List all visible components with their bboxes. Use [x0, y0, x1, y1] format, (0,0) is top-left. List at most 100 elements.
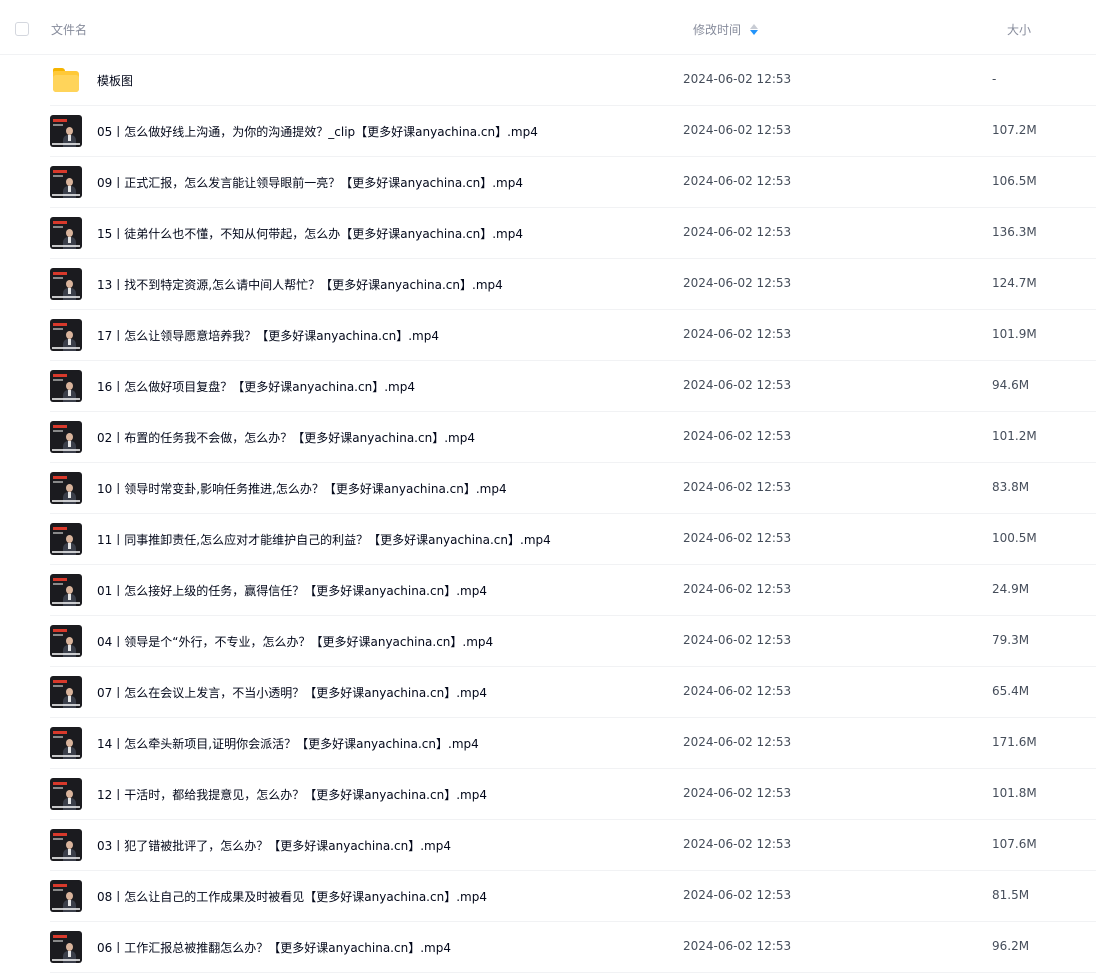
- file-size: 107.2M: [992, 123, 1037, 137]
- file-name[interactable]: 17丨怎么让领导愿意培养我？【更多好课anyachina.cn】.mp4: [97, 327, 439, 344]
- video-thumbnail-icon[interactable]: [50, 115, 82, 147]
- column-header-modified-time-label: 修改时间: [693, 23, 742, 37]
- sort-down-arrow-icon: [750, 29, 759, 35]
- file-name[interactable]: 11丨同事推卸责任,怎么应对才能维护自己的利益？【更多好课anyachina.c…: [97, 531, 551, 548]
- video-thumbnail-icon[interactable]: [50, 523, 82, 555]
- file-row[interactable]: 13丨找不到特定资源,怎么请中间人帮忙？【更多好课anyachina.cn】.m…: [0, 259, 1096, 310]
- file-row[interactable]: 10丨领导时常变卦,影响任务推进,怎么办？【更多好课anyachina.cn】.…: [0, 463, 1096, 514]
- file-row[interactable]: 02丨布置的任务我不会做，怎么办？【更多好课anyachina.cn】.mp4 2…: [0, 412, 1096, 463]
- modified-time: 2024-06-02 12:53: [683, 123, 792, 137]
- file-size: 79.3M: [992, 633, 1030, 647]
- file-row[interactable]: 07丨怎么在会议上发言，不当小透明？【更多好课anyachina.cn】.mp4…: [0, 667, 1096, 718]
- video-thumbnail-icon[interactable]: [50, 574, 82, 606]
- file-name[interactable]: 09丨正式汇报，怎么发言能让领导眼前一亮？【更多好课anyachina.cn】.…: [97, 174, 523, 191]
- file-size: 94.6M: [992, 378, 1030, 392]
- file-row[interactable]: 17丨怎么让领导愿意培养我？【更多好课anyachina.cn】.mp4 2024…: [0, 310, 1096, 361]
- file-size: 124.7M: [992, 276, 1037, 290]
- video-thumbnail-icon[interactable]: [50, 931, 82, 963]
- file-name[interactable]: 07丨怎么在会议上发言，不当小透明？【更多好课anyachina.cn】.mp4: [97, 684, 487, 701]
- modified-time: 2024-06-02 12:53: [683, 837, 792, 851]
- folder-row[interactable]: 模板图 2024-06-02 12:53 -: [0, 55, 1096, 106]
- modified-time: 2024-06-02 12:53: [683, 174, 792, 188]
- file-name[interactable]: 01丨怎么接好上级的任务，赢得信任？【更多好课anyachina.cn】.mp4: [97, 582, 487, 599]
- file-row[interactable]: 08丨怎么让自己的工作成果及时被看见【更多好课anyachina.cn】.mp4…: [0, 871, 1096, 922]
- file-row[interactable]: 11丨同事推卸责任,怎么应对才能维护自己的利益？【更多好课anyachina.c…: [0, 514, 1096, 565]
- file-row[interactable]: 05丨怎么做好线上沟通，为你的沟通提效？_clip【更多好课anyachina.…: [0, 106, 1096, 157]
- modified-time: 2024-06-02 12:53: [683, 939, 792, 953]
- file-size: 101.2M: [992, 429, 1037, 443]
- video-thumbnail-icon[interactable]: [50, 472, 82, 504]
- file-name[interactable]: 02丨布置的任务我不会做，怎么办？【更多好课anyachina.cn】.mp4: [97, 429, 475, 446]
- modified-time: 2024-06-02 12:53: [683, 531, 792, 545]
- modified-time: 2024-06-02 12:53: [683, 582, 792, 596]
- file-row[interactable]: 01丨怎么接好上级的任务，赢得信任？【更多好课anyachina.cn】.mp4…: [0, 565, 1096, 616]
- video-thumbnail-icon[interactable]: [50, 421, 82, 453]
- video-thumbnail-icon[interactable]: [50, 778, 82, 810]
- file-list: 模板图 2024-06-02 12:53 - 05丨怎么做好线上沟通，为你的沟通提效？…: [0, 55, 1096, 973]
- modified-time: 2024-06-02 12:53: [683, 276, 792, 290]
- modified-time: 2024-06-02 12:53: [683, 378, 792, 392]
- file-name[interactable]: 06丨工作汇报总被推翻怎么办？【更多好课anyachina.cn】.mp4: [97, 939, 451, 956]
- modified-time: 2024-06-02 12:53: [683, 72, 792, 86]
- video-thumbnail-icon[interactable]: [50, 166, 82, 198]
- file-size: 101.8M: [992, 786, 1037, 800]
- file-size: 24.9M: [992, 582, 1030, 596]
- file-row[interactable]: 15丨徒弟什么也不懂，不知从何带起，怎么办【更多好课anyachina.cn】.…: [0, 208, 1096, 259]
- file-name[interactable]: 14丨怎么牵头新项目,证明你会派活？【更多好课anyachina.cn】.mp4: [97, 735, 479, 752]
- file-name[interactable]: 模板图: [97, 72, 133, 89]
- video-thumbnail-icon[interactable]: [50, 319, 82, 351]
- modified-time: 2024-06-02 12:53: [683, 225, 792, 239]
- video-thumbnail-icon[interactable]: [50, 217, 82, 249]
- column-header-name[interactable]: 文件名: [51, 21, 87, 38]
- sort-up-arrow-icon: [750, 23, 759, 29]
- file-name[interactable]: 05丨怎么做好线上沟通，为你的沟通提效？_clip【更多好课anyachina.…: [97, 123, 538, 140]
- file-size: 101.9M: [992, 327, 1037, 341]
- file-row[interactable]: 14丨怎么牵头新项目,证明你会派活？【更多好课anyachina.cn】.mp4…: [0, 718, 1096, 769]
- file-row[interactable]: 16丨怎么做好项目复盘？【更多好课anyachina.cn】.mp4 2024-0…: [0, 361, 1096, 412]
- modified-time: 2024-06-02 12:53: [683, 888, 792, 902]
- modified-time: 2024-06-02 12:53: [683, 480, 792, 494]
- video-thumbnail-icon[interactable]: [50, 829, 82, 861]
- file-size: 65.4M: [992, 684, 1030, 698]
- file-size: 171.6M: [992, 735, 1037, 749]
- file-name[interactable]: 08丨怎么让自己的工作成果及时被看见【更多好课anyachina.cn】.mp4: [97, 888, 487, 905]
- file-size: 136.3M: [992, 225, 1037, 239]
- video-thumbnail-icon[interactable]: [50, 268, 82, 300]
- file-list-header: 文件名 修改时间 大小: [0, 0, 1096, 55]
- file-name[interactable]: 13丨找不到特定资源,怎么请中间人帮忙？【更多好课anyachina.cn】.m…: [97, 276, 503, 293]
- file-row[interactable]: 06丨工作汇报总被推翻怎么办？【更多好课anyachina.cn】.mp4 202…: [0, 922, 1096, 973]
- column-header-modified-time[interactable]: 修改时间: [693, 21, 759, 38]
- column-header-size[interactable]: 大小: [1007, 21, 1031, 38]
- file-size: 96.2M: [992, 939, 1030, 953]
- file-size: 100.5M: [992, 531, 1037, 545]
- modified-time: 2024-06-02 12:53: [683, 633, 792, 647]
- modified-time: 2024-06-02 12:53: [683, 327, 792, 341]
- video-thumbnail-icon[interactable]: [50, 370, 82, 402]
- file-size: 83.8M: [992, 480, 1030, 494]
- file-row[interactable]: 09丨正式汇报，怎么发言能让领导眼前一亮？【更多好课anyachina.cn】.…: [0, 157, 1096, 208]
- folder-icon: [53, 68, 79, 92]
- video-thumbnail-icon[interactable]: [50, 880, 82, 912]
- video-thumbnail-icon[interactable]: [50, 676, 82, 708]
- file-row[interactable]: 03丨犯了错被批评了，怎么办？【更多好课anyachina.cn】.mp4 202…: [0, 820, 1096, 871]
- file-name[interactable]: 12丨干活时，都给我提意见，怎么办？【更多好课anyachina.cn】.mp4: [97, 786, 487, 803]
- file-name[interactable]: 03丨犯了错被批评了，怎么办？【更多好课anyachina.cn】.mp4: [97, 837, 451, 854]
- file-row[interactable]: 04丨领导是个“外行，不专业，怎么办？【更多好课anyachina.cn】.mp…: [0, 616, 1096, 667]
- video-thumbnail-icon[interactable]: [50, 727, 82, 759]
- file-size: 106.5M: [992, 174, 1037, 188]
- modified-time: 2024-06-02 12:53: [683, 735, 792, 749]
- file-name[interactable]: 16丨怎么做好项目复盘？【更多好课anyachina.cn】.mp4: [97, 378, 415, 395]
- select-all-checkbox[interactable]: [15, 22, 29, 36]
- modified-time: 2024-06-02 12:53: [683, 786, 792, 800]
- file-name[interactable]: 15丨徒弟什么也不懂，不知从何带起，怎么办【更多好课anyachina.cn】.…: [97, 225, 523, 242]
- modified-time: 2024-06-02 12:53: [683, 684, 792, 698]
- file-row[interactable]: 12丨干活时，都给我提意见，怎么办？【更多好课anyachina.cn】.mp4…: [0, 769, 1096, 820]
- file-name[interactable]: 04丨领导是个“外行，不专业，怎么办？【更多好课anyachina.cn】.mp…: [97, 633, 493, 650]
- sort-descending-icon[interactable]: [750, 23, 759, 36]
- file-size: -: [992, 72, 997, 86]
- file-size: 107.6M: [992, 837, 1037, 851]
- modified-time: 2024-06-02 12:53: [683, 429, 792, 443]
- video-thumbnail-icon[interactable]: [50, 625, 82, 657]
- file-size: 81.5M: [992, 888, 1030, 902]
- file-name[interactable]: 10丨领导时常变卦,影响任务推进,怎么办？【更多好课anyachina.cn】.…: [97, 480, 507, 497]
